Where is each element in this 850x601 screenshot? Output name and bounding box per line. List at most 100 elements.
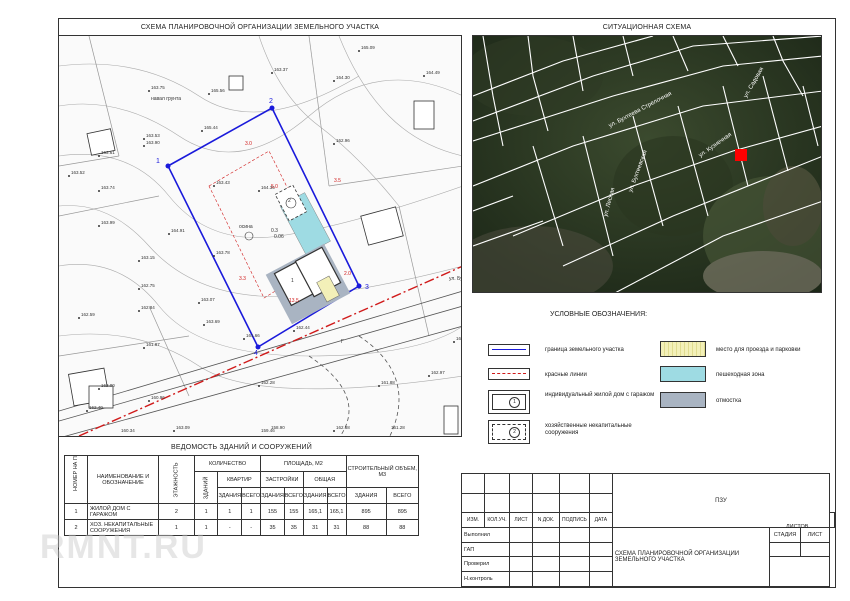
spot-elevation: 162.84 xyxy=(141,305,155,310)
plan-title: СХЕМА ПЛАНИРОВОЧНОЙ ОРГАНИЗАЦИИ ЗЕМЕЛЬНО… xyxy=(140,24,380,31)
spot-elevation: 163.90 xyxy=(146,140,160,145)
spot-elevation: 161.88 xyxy=(381,380,395,385)
site-plan-drawing xyxy=(59,36,461,436)
legend-label-house: индивидуальный жилой дом с гаражом xyxy=(545,392,655,398)
stamp-col-label: ЛИСТ xyxy=(509,512,533,529)
col-name: НАИМЕНОВАНИЕ И ОБОЗНАЧЕНИЕ xyxy=(87,455,159,504)
spot-elevation: 163.78 xyxy=(216,250,230,255)
plan-label-n2: 2 xyxy=(288,198,291,204)
corner-label: 2 xyxy=(269,98,273,105)
spot-elevation: 162.40 xyxy=(89,405,103,410)
legend-swatch-parking xyxy=(660,341,706,357)
site-plan: 163.75 165.56 163.37 164.30 165.09 164.49 163.… xyxy=(58,35,462,437)
buildings-table-title: ВЕДОМОСТЬ ЗДАНИЙ И СООРУЖЕНИЙ xyxy=(171,444,312,451)
table-cell: 35 xyxy=(260,519,285,536)
table-cell: 165,1 xyxy=(326,503,347,520)
situation-scheme: ул. Бухтеева Стрелочная ул. Кузнечная ул. … xyxy=(472,35,822,293)
col-area: ПЛОЩАДЬ, М2 xyxy=(260,455,347,472)
col-apts: КВАРТИР xyxy=(217,471,262,488)
plan-label-n1: 1 xyxy=(291,278,294,284)
table-cell: 31 xyxy=(302,519,328,536)
legend-outbuilding-num: 2 xyxy=(509,427,520,438)
drawing-sheet: СХЕМА ПЛАНИРОВОЧНОЙ ОРГАНИЗАЦИИ ЗЕМЕЛЬНО… xyxy=(0,0,850,601)
table-cell: 895 xyxy=(345,503,387,520)
spot-elevation: 160.96 xyxy=(151,395,165,400)
table-cell: 35 xyxy=(283,519,304,536)
role-2: Проверил xyxy=(461,556,510,573)
sheets-label: ЛИСТОВ xyxy=(786,524,809,530)
spot-elevation: 162.75 xyxy=(141,283,155,288)
plan-label-tree_h: 0.06 xyxy=(274,234,284,240)
spot-elevation: 162.97 xyxy=(431,370,445,375)
stamp-col-label: ДАТА xyxy=(588,512,613,529)
title-block: ПЗУ ИЗМ. КОЛ.УЧ. ЛИСТ N ДОК. ПОДПИСЬ ДАТА Вып… xyxy=(461,472,835,587)
table-cell: - xyxy=(217,519,243,536)
spot-elevation: 162.96 xyxy=(336,138,350,143)
legend-title: УСЛОВНЫЕ ОБОЗНАЧЕНИЯ: xyxy=(550,311,648,318)
project-code: ПЗУ xyxy=(611,472,831,529)
spot-elevation: 163.15 xyxy=(141,255,155,260)
spot-elevation: 162.44 xyxy=(296,325,310,330)
spot-elevation: 161.66 xyxy=(246,333,260,338)
col-vol: СТРОИТЕЛЬНЫЙ ОБЪЕМ, М3 xyxy=(345,455,420,488)
table-cell: 88 xyxy=(345,519,387,536)
spot-elevation: 163.69 xyxy=(206,319,220,324)
stamp-col-fill xyxy=(829,512,835,529)
table-cell: 1 xyxy=(64,503,88,520)
legend-house-num: 1 xyxy=(509,397,520,408)
legend-label-blind-area: отмостка xyxy=(716,398,742,404)
col-apts-bldg: ЗДАНИЯ xyxy=(217,487,243,504)
legend-swatch-red-line xyxy=(488,368,530,380)
spot-elevation: 165.44 xyxy=(204,125,218,130)
table-cell: ЖИЛОЙ ДОМ С ГАРАЖОМ xyxy=(87,503,159,520)
col-gen-bldg: ЗДАНИЯ xyxy=(302,487,328,504)
col-built-total: ВСЕГО xyxy=(283,487,304,504)
spot-elevation: 160.34 xyxy=(121,428,135,433)
stamp-col-label: КОЛ.УЧ. xyxy=(484,512,510,529)
spot-elevation: 163.99 xyxy=(101,220,115,225)
spot-elevation: 163.07 xyxy=(201,297,215,302)
dimension-label: 3.0 xyxy=(245,141,252,147)
col-qty: КОЛИЧЕСТВО xyxy=(193,455,262,472)
table-cell: 155 xyxy=(260,503,285,520)
table-cell: 88 xyxy=(385,519,420,536)
situation-title: СИТУАЦИОННАЯ СХЕМА xyxy=(602,24,692,31)
spot-elevation: 163.61 xyxy=(101,150,115,155)
role-0: Выполнил xyxy=(461,527,510,543)
col-apts-total: ВСЕГО xyxy=(241,487,262,504)
table-cell: 2 xyxy=(158,503,195,520)
spot-elevation: 158.90 xyxy=(271,425,285,430)
legend-label-parking: место для проезда и парковки xyxy=(716,347,801,353)
spot-elevation: 163.09 xyxy=(176,425,190,430)
spot-elevation: 162.00 xyxy=(101,383,115,388)
table-cell: 1 xyxy=(241,503,262,520)
dimension-label: 13.5 xyxy=(289,298,299,304)
site-marker xyxy=(735,149,747,161)
spot-elevation: 162.88 xyxy=(336,425,350,430)
col-num: НОМЕР НА ПЛАНЕ xyxy=(73,455,79,491)
table-cell: 1 xyxy=(193,503,219,520)
table-cell: 31 xyxy=(326,519,347,536)
role-1: ГАП xyxy=(461,541,510,558)
spot-elevation: 162.59 xyxy=(81,312,95,317)
spot-elevation: 163.75 xyxy=(151,85,165,90)
corner-label: 4 xyxy=(254,350,258,357)
dimension-label: 5.0 xyxy=(271,184,278,190)
red-line xyxy=(78,266,461,436)
spot-elevation: 163.74 xyxy=(101,185,115,190)
legend-swatch-boundary xyxy=(488,344,530,356)
spot-elevation: 164.30 xyxy=(336,75,350,80)
plan-label-ground_note: навал грунта xyxy=(151,96,182,102)
spot-elevation: 165.56 xyxy=(211,88,225,93)
buildings-table: НОМЕР НА ПЛАНЕ НАИМЕНОВАНИЕ И ОБОЗНАЧЕНИ… xyxy=(64,455,420,536)
role-3: Н.контроль xyxy=(461,571,510,587)
legend-label-red-line: красные линии xyxy=(545,372,587,378)
col-gen-total: ВСЕГО xyxy=(326,487,347,504)
legend-label-outbuilding: хозяйственные некапитальные сооружения xyxy=(545,423,632,436)
legend-swatch-house: 1 xyxy=(488,390,530,414)
sheet-title: СХЕМА ПЛАНИРОВОЧНОЙ ОРГАНИЗАЦИИ ЗЕМЕЛЬНО… xyxy=(611,527,771,587)
corner-label: 1 xyxy=(156,158,160,165)
spot-elevation: 164.49 xyxy=(426,70,440,75)
spot-elevation: 163.43 xyxy=(216,180,230,185)
corner-label: 3 xyxy=(365,284,369,291)
